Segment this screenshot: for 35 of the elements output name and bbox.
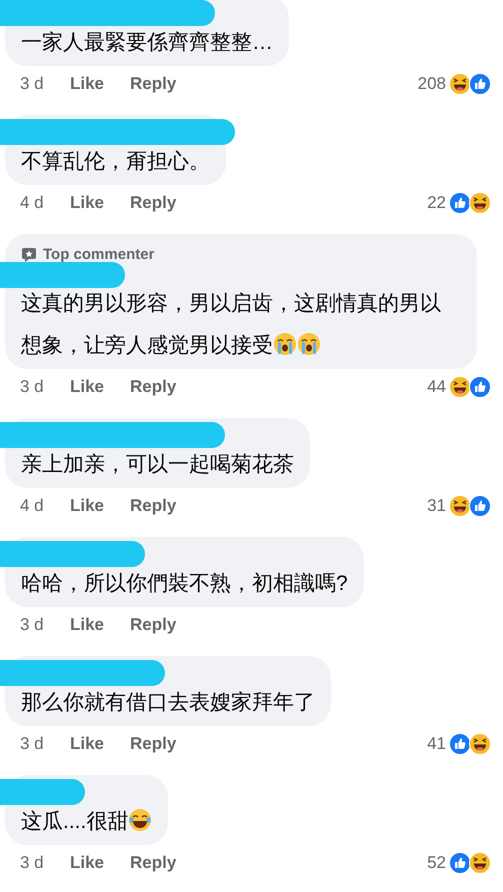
comment-text: 这真的男以形容，男以启齿，这剧情真的男以想象，让旁人感觉男以接受	[21, 290, 442, 358]
like-link[interactable]: Like	[70, 492, 130, 518]
reply-link[interactable]: Reply	[130, 612, 176, 638]
comment-text: 亲上加亲，可以一起喝菊花茶	[21, 452, 294, 478]
comment-time: 4 d	[20, 494, 45, 517]
comment-text: 哈哈，所以你們裝不熟，初相識嗎?	[21, 570, 348, 596]
reply-link[interactable]: Reply	[130, 374, 176, 400]
reply-link[interactable]: Reply	[130, 190, 176, 216]
reaction-count: 52	[427, 852, 446, 874]
comment-time: 3 d	[20, 376, 45, 398]
reply-link[interactable]: Reply	[130, 71, 176, 97]
like-link[interactable]: Like	[70, 730, 130, 756]
reply-link[interactable]: Reply	[130, 730, 176, 756]
comment-text: 一家人最緊要係齊齊整整…	[21, 30, 273, 56]
like-link[interactable]: Like	[70, 190, 130, 216]
comment-time: 3 d	[20, 852, 45, 874]
like-link[interactable]: Like	[70, 374, 130, 400]
comment-time: 3 d	[20, 73, 45, 96]
like-link[interactable]: Like	[70, 612, 130, 638]
comment-text: 不算乱伦，甭担心。	[21, 149, 210, 175]
reply-link[interactable]: Reply	[130, 492, 176, 518]
reaction-count: 44	[427, 376, 446, 398]
reaction-count: 208	[418, 73, 446, 96]
reaction-count: 22	[427, 192, 446, 214]
reaction-count: 31	[427, 494, 446, 517]
like-link[interactable]: Like	[70, 71, 130, 97]
comment-time: 4 d	[20, 192, 45, 214]
comment-time: 3 d	[20, 614, 45, 636]
badge-label: Top commenter	[43, 245, 154, 265]
comment-text: 这瓜....很甜	[21, 800, 152, 842]
reply-link[interactable]: Reply	[130, 850, 176, 876]
comment-time: 3 d	[20, 732, 45, 755]
comment-text: 那么你就有借口去表嫂家拜年了	[21, 690, 315, 716]
like-link[interactable]: Like	[70, 850, 130, 876]
reaction-count: 41	[427, 732, 446, 755]
